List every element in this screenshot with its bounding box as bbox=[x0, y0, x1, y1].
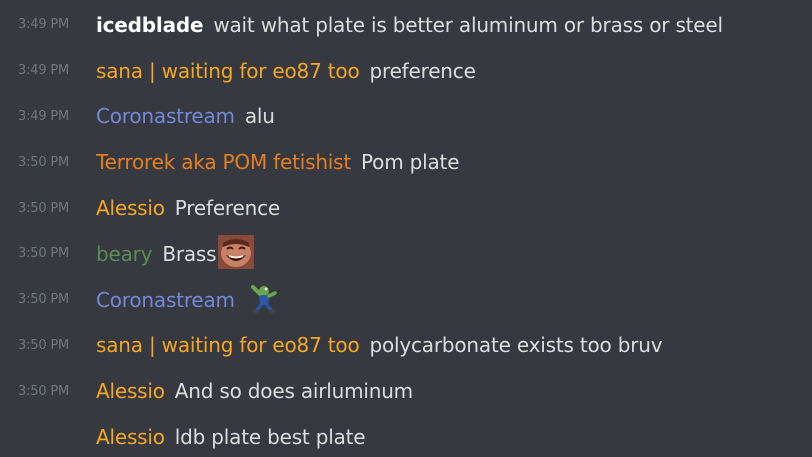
message-text: wait what plate is better aluminum or br… bbox=[213, 12, 723, 37]
message-text: polycarbonate exists too bruv bbox=[369, 333, 663, 358]
message-text: preference bbox=[369, 58, 476, 83]
message-text: Pom plate bbox=[361, 150, 460, 175]
message: 3:50 PM Alessio And so does airluminum bbox=[0, 368, 812, 414]
author-name[interactable]: sana | waiting for eo87 too bbox=[96, 59, 360, 83]
author-name[interactable]: Coronastream bbox=[96, 104, 235, 128]
message-text: Preference bbox=[174, 196, 280, 221]
timestamp: 3:50 PM bbox=[18, 200, 69, 216]
message: 3:49 PM Coronastream alu bbox=[0, 94, 812, 140]
timestamp: 3:49 PM bbox=[18, 63, 69, 79]
message-text: alu bbox=[244, 104, 275, 129]
dabbing-frog-emoji-icon[interactable] bbox=[249, 283, 277, 317]
message-text: And so does airluminum bbox=[174, 379, 413, 404]
author-name[interactable]: Alessio bbox=[96, 196, 165, 220]
chat-log: 3:49 PM icedblade wait what plate is bet… bbox=[0, 0, 812, 457]
message-text: ldb plate best plate bbox=[174, 425, 366, 450]
timestamp: 3:50 PM bbox=[18, 154, 69, 170]
message: 3:49 PM icedblade wait what plate is bet… bbox=[0, 2, 812, 48]
timestamp: 3:50 PM bbox=[18, 292, 69, 308]
message-text: Brass bbox=[162, 241, 217, 266]
timestamp: 3:50 PM bbox=[18, 337, 69, 353]
timestamp: 3:49 PM bbox=[18, 17, 69, 33]
author-name[interactable]: Alessio bbox=[96, 425, 165, 449]
author-name[interactable]: Alessio bbox=[96, 379, 165, 403]
message: 3:50 PM beary Brass bbox=[0, 231, 812, 277]
timestamp: 3:50 PM bbox=[18, 383, 69, 399]
laughing-face-emoji-icon[interactable] bbox=[218, 234, 255, 273]
author-name[interactable]: beary bbox=[96, 242, 153, 266]
message: 3:50 PM Terrorek aka POM fetishist Pom p… bbox=[0, 139, 812, 185]
author-name[interactable]: sana | waiting for eo87 too bbox=[96, 333, 360, 357]
author-name[interactable]: icedblade bbox=[96, 13, 204, 37]
author-name[interactable]: Terrorek aka POM fetishist bbox=[96, 150, 351, 174]
message: 3:50 PM Coronastream bbox=[0, 277, 812, 323]
timestamp: 3:50 PM bbox=[18, 246, 69, 262]
timestamp: 3:49 PM bbox=[18, 108, 69, 124]
message: 3:50 PM sana | waiting for eo87 too poly… bbox=[0, 323, 812, 369]
message: 3:50 PM Alessio Preference bbox=[0, 185, 812, 231]
message: Alessio ldb plate best plate bbox=[0, 414, 812, 457]
message: 3:49 PM sana | waiting for eo87 too pref… bbox=[0, 48, 812, 94]
author-name[interactable]: Coronastream bbox=[96, 288, 235, 312]
